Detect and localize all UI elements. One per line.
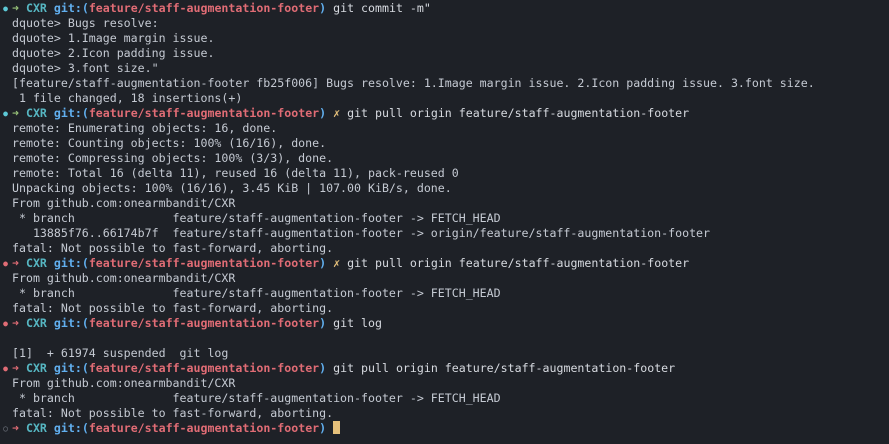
output-text: dquote> 1.Image margin issue. — [12, 31, 215, 45]
output-text: Unpacking objects: 100% (16/16), 3.45 Ki… — [12, 181, 452, 195]
prompt-arrow-icon: ➜ — [12, 361, 19, 375]
prompt-directory: CXR — [25, 1, 47, 15]
output-text: remote: Counting objects: 100% (16/16), … — [12, 136, 327, 150]
output-text: fatal: Not possible to fast-forward, abo… — [12, 301, 334, 315]
output-text: remote: Enumerating objects: 16, done. — [12, 121, 278, 135]
prompt-line: ○ ➜ CXR git:(feature/staff-augmentation-f… — [0, 421, 889, 436]
output-line: From github.com:onearmbandit/CXR — [0, 376, 889, 391]
output-text: [1] + 61974 suspended git log — [12, 346, 229, 360]
output-text: dquote> Bugs resolve: — [12, 16, 159, 30]
prompt-mark-icon: ● — [3, 319, 8, 328]
prompt-arrow-icon: ➜ — [12, 106, 19, 120]
output-text: From github.com:onearmbandit/CXR — [12, 196, 236, 210]
output-line: fatal: Not possible to fast-forward, abo… — [0, 406, 889, 421]
prompt-git-close: ) — [319, 256, 327, 270]
command-text: git commit -m" — [326, 1, 431, 15]
command-text: git pull origin feature/staff-augmentati… — [340, 256, 690, 270]
output-text: * branch feature/staff-augmentation-foot… — [12, 286, 501, 300]
prompt-directory: CXR — [25, 421, 47, 435]
prompt-mark-icon: ○ — [3, 424, 8, 433]
output-line: 1 file changed, 18 insertions(+) — [0, 91, 889, 106]
output-text: [feature/staff-augmentation-footer fb25f… — [12, 76, 815, 90]
output-line: remote: Enumerating objects: 16, done. — [0, 121, 889, 136]
output-line: [1] + 61974 suspended git log — [0, 346, 889, 361]
output-line: 13885f76..66174b7f feature/staff-augment… — [0, 226, 889, 241]
output-line: Unpacking objects: 100% (16/16), 3.45 Ki… — [0, 181, 889, 196]
prompt-mark-icon: ● — [3, 259, 8, 268]
prompt-arrow-icon: ➜ — [12, 316, 19, 330]
prompt-line: ● ➜ CXR git:(feature/staff-augmentation-f… — [0, 256, 889, 271]
prompt-mark-icon: ● — [3, 4, 8, 13]
prompt-git-label: git:( — [53, 1, 89, 15]
text-cursor[interactable] — [333, 421, 341, 434]
output-text: dquote> 2.Icon padding issue. — [12, 46, 215, 60]
prompt-git-label: git:( — [53, 361, 89, 375]
output-text: remote: Total 16 (delta 11), reused 16 (… — [12, 166, 459, 180]
output-text: From github.com:onearmbandit/CXR — [12, 376, 236, 390]
prompt-directory: CXR — [25, 256, 47, 270]
output-line: fatal: Not possible to fast-forward, abo… — [0, 301, 889, 316]
output-text: fatal: Not possible to fast-forward, abo… — [12, 241, 334, 255]
output-line: dquote> 2.Icon padding issue. — [0, 46, 889, 61]
prompt-branch: feature/staff-augmentation-footer — [88, 361, 320, 375]
output-line: * branch feature/staff-augmentation-foot… — [0, 211, 889, 226]
prompt-branch: feature/staff-augmentation-footer — [88, 421, 320, 435]
output-text: fatal: Not possible to fast-forward, abo… — [12, 406, 334, 420]
output-line: dquote> 1.Image margin issue. — [0, 31, 889, 46]
command-text: git pull origin feature/staff-augmentati… — [326, 361, 676, 375]
output-line: * branch feature/staff-augmentation-foot… — [0, 391, 889, 406]
command-text: git log — [326, 316, 382, 330]
output-line: [feature/staff-augmentation-footer fb25f… — [0, 76, 889, 91]
output-line: dquote> Bugs resolve: — [0, 16, 889, 31]
prompt-arrow-icon: ➜ — [12, 421, 19, 435]
prompt-arrow-icon: ➜ — [12, 256, 19, 270]
terminal-window[interactable]: ● ➜ CXR git:(feature/staff-augmentation-f… — [0, 0, 889, 444]
output-text: From github.com:onearmbandit/CXR — [12, 271, 236, 285]
prompt-mark-icon: ● — [3, 364, 8, 373]
prompt-line: ● ➜ CXR git:(feature/staff-augmentation-f… — [0, 106, 889, 121]
output-line: remote: Compressing objects: 100% (3/3),… — [0, 151, 889, 166]
prompt-git-label: git:( — [53, 421, 89, 435]
output-line: dquote> 3.font size." — [0, 61, 889, 76]
command-text[interactable] — [326, 421, 333, 435]
output-line: remote: Counting objects: 100% (16/16), … — [0, 136, 889, 151]
prompt-line: ● ➜ CXR git:(feature/staff-augmentation-f… — [0, 361, 889, 376]
output-line: From github.com:onearmbandit/CXR — [0, 271, 889, 286]
prompt-branch: feature/staff-augmentation-footer — [88, 316, 320, 330]
output-text: * branch feature/staff-augmentation-foot… — [12, 391, 501, 405]
prompt-branch: feature/staff-augmentation-footer — [88, 256, 320, 270]
output-line: remote: Total 16 (delta 11), reused 16 (… — [0, 166, 889, 181]
output-line: From github.com:onearmbandit/CXR — [0, 196, 889, 211]
output-text: 1 file changed, 18 insertions(+) — [12, 91, 243, 105]
output-text: * branch feature/staff-augmentation-foot… — [12, 211, 501, 225]
prompt-arrow-icon: ➜ — [12, 1, 19, 15]
prompt-branch: feature/staff-augmentation-footer — [88, 106, 320, 120]
command-text: git pull origin feature/staff-augmentati… — [340, 106, 690, 120]
prompt-git-label: git:( — [53, 316, 89, 330]
output-line: fatal: Not possible to fast-forward, abo… — [0, 241, 889, 256]
prompt-git-label: git:( — [53, 106, 89, 120]
prompt-directory: CXR — [25, 106, 47, 120]
prompt-git-label: git:( — [53, 256, 89, 270]
prompt-line: ● ➜ CXR git:(feature/staff-augmentation-f… — [0, 316, 889, 331]
output-text: remote: Compressing objects: 100% (3/3),… — [12, 151, 334, 165]
prompt-directory: CXR — [25, 361, 47, 375]
output-text: dquote> 3.font size." — [12, 61, 159, 75]
prompt-line: ● ➜ CXR git:(feature/staff-augmentation-f… — [0, 1, 889, 16]
prompt-directory: CXR — [25, 316, 47, 330]
prompt-git-close: ) — [319, 106, 327, 120]
output-line: * branch feature/staff-augmentation-foot… — [0, 286, 889, 301]
prompt-mark-icon: ● — [3, 109, 8, 118]
prompt-branch: feature/staff-augmentation-footer — [88, 1, 320, 15]
output-text: 13885f76..66174b7f feature/staff-augment… — [12, 226, 711, 240]
